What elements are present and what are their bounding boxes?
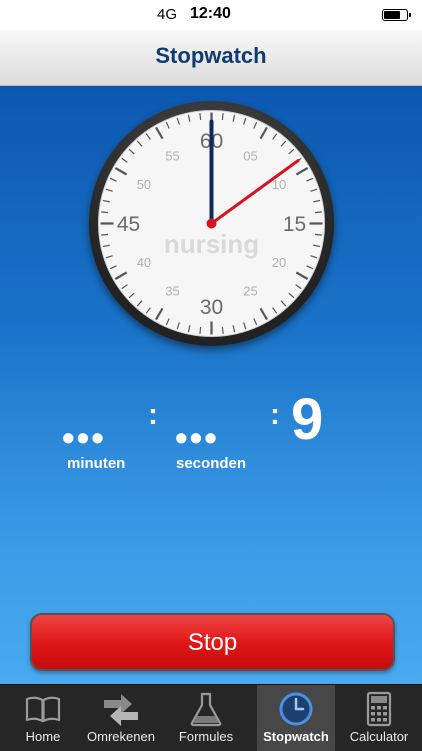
- clock-icon: [279, 692, 313, 726]
- minor-tick: [101, 233, 109, 236]
- minutes-placeholder: •••: [62, 417, 106, 458]
- dial-number-small: 50: [137, 177, 151, 192]
- tab-home[interactable]: Home: [4, 685, 82, 751]
- seconds-label: seconden: [176, 455, 247, 472]
- tab-bar: Home Omrekenen Formules Stopwatch Calcul…: [0, 684, 422, 751]
- nursing-logo: nursing: [164, 229, 259, 259]
- dial-number: 45: [117, 213, 140, 236]
- seconds-placeholder: •••: [175, 417, 219, 458]
- tab-label: Calculator: [349, 729, 409, 744]
- dial-number: 15: [283, 213, 306, 236]
- tab-stopwatch[interactable]: Stopwatch: [257, 685, 335, 751]
- seconds-digit: 9: [291, 387, 324, 452]
- tab-calculator[interactable]: Calculator: [340, 685, 418, 751]
- nav-bar: Stopwatch: [0, 30, 422, 86]
- flask-icon: [190, 692, 222, 727]
- center-pin: [206, 218, 217, 229]
- minutes-label: minuten: [67, 455, 126, 472]
- status-bar: 4G 12:40: [0, 0, 422, 30]
- dial-number: 30: [200, 296, 223, 319]
- minor-tick: [221, 326, 224, 334]
- page-title: Stopwatch: [155, 43, 267, 68]
- dial-number-small: 05: [243, 149, 257, 164]
- minor-tick: [101, 211, 109, 214]
- dial-number-small: 55: [165, 149, 179, 164]
- dial-number-small: 35: [165, 284, 179, 299]
- battery-icon: [382, 9, 411, 21]
- minor-tick: [314, 233, 322, 236]
- convert-arrows-icon: [104, 694, 138, 726]
- dial-number-small: 20: [272, 255, 286, 270]
- stopwatch-dial: nursing 601530450510202535405055: [89, 101, 334, 346]
- minor-tick: [221, 113, 224, 121]
- status-time: 12:40: [190, 5, 231, 22]
- stopwatch-view: nursing 601530450510202535405055 ••• : •…: [0, 86, 422, 684]
- calculator-icon: [366, 691, 392, 727]
- time-separator: :: [148, 398, 158, 431]
- stop-button[interactable]: Stop: [30, 613, 395, 671]
- tab-label: Stopwatch: [263, 729, 329, 744]
- tab-label: Omrekenen: [87, 729, 155, 744]
- minor-tick: [199, 326, 202, 334]
- book-icon: [25, 696, 61, 723]
- tab-formules[interactable]: Formules: [167, 685, 245, 751]
- dial-number-small: 40: [137, 255, 151, 270]
- stop-button-label: Stop: [187, 629, 238, 656]
- tab-label: Formules: [178, 729, 234, 744]
- minor-tick: [314, 211, 322, 214]
- dial-face: nursing 601530450510202535405055: [98, 110, 325, 337]
- network-indicator: 4G: [157, 6, 178, 23]
- dial-number-small: 25: [243, 284, 257, 299]
- minor-tick: [199, 113, 202, 121]
- tab-omrekenen[interactable]: Omrekenen: [82, 685, 160, 751]
- tab-label: Home: [25, 729, 61, 744]
- time-separator: :: [270, 398, 280, 431]
